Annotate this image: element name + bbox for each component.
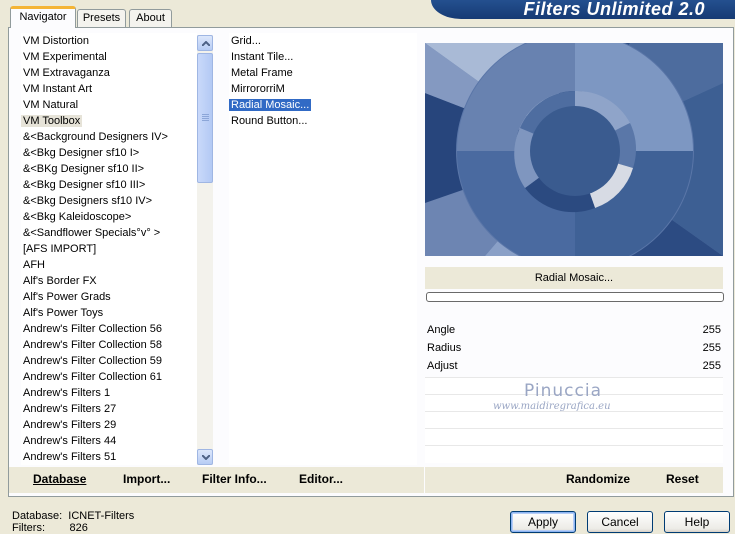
category-list[interactable]: VM Distortion VM Experimental VM Extravaga… (21, 33, 197, 465)
category-item[interactable]: Andrew's Filter Collection 59 (21, 353, 164, 369)
param-empty-row (425, 411, 723, 429)
editor-button[interactable]: Editor... (299, 472, 343, 486)
param-empty-row (425, 428, 723, 446)
status-database: Database: ICNET-Filters (12, 510, 135, 522)
filter-item[interactable]: Grid... (229, 33, 263, 49)
import-button[interactable]: Import... (123, 472, 170, 486)
category-item[interactable]: &<BKg Designer sf10 II> (21, 161, 146, 177)
category-item[interactable]: &<Bkg Kaleidoscope> (21, 209, 133, 225)
category-item[interactable]: VM Natural (21, 97, 80, 113)
randomize-button[interactable]: Randomize (566, 472, 630, 486)
watermark-url: www.maidiregrafica.eu (493, 401, 611, 412)
category-item[interactable]: &<Bkg Designers sf10 IV> (21, 193, 154, 209)
param-adjust[interactable]: Adjust 255 (425, 357, 723, 375)
param-value: 255 (702, 342, 721, 354)
tab-about[interactable]: About (129, 9, 172, 27)
category-item[interactable]: VM Extravaganza (21, 65, 112, 81)
scroll-down-button[interactable] (197, 449, 213, 465)
category-item[interactable]: Andrew's Filters 1 (21, 385, 112, 401)
filter-item[interactable]: Metal Frame (229, 65, 295, 81)
category-item[interactable]: Andrew's Filter Collection 58 (21, 337, 164, 353)
category-item[interactable]: [AFS IMPORT] (21, 241, 98, 257)
progress-bar (426, 292, 724, 302)
tab-navigator[interactable]: Navigator (10, 6, 76, 28)
current-filter-label: Radial Mosaic... (425, 267, 723, 289)
category-item[interactable]: &<Bkg Designer sf10 I> (21, 145, 141, 161)
category-item[interactable]: &<Background Designers IV> (21, 129, 170, 145)
help-button[interactable]: Help (664, 511, 730, 533)
filter-info-button[interactable]: Filter Info... (202, 472, 267, 486)
category-item[interactable]: Andrew's Filters 44 (21, 433, 118, 449)
reset-button[interactable]: Reset (666, 472, 699, 486)
banner-title: Filters Unlimited 2.0 (523, 0, 705, 19)
category-item[interactable]: VM Experimental (21, 49, 109, 65)
cancel-button[interactable]: Cancel (587, 511, 653, 533)
chevron-down-icon (202, 455, 210, 460)
filter-list[interactable]: Grid... Instant Tile... Metal Frame Mirroro… (229, 33, 417, 465)
filter-item[interactable]: Radial Mosaic... (229, 97, 312, 113)
category-scrollbar[interactable] (197, 35, 213, 465)
param-value: 255 (702, 360, 721, 372)
status-filters: Filters: 826 (12, 522, 88, 534)
param-name: Angle (427, 324, 456, 336)
category-item[interactable]: &<Bkg Designer sf10 III> (21, 177, 147, 193)
param-angle[interactable]: Angle 255 (425, 321, 723, 339)
filter-item[interactable]: Instant Tile... (229, 49, 295, 65)
tab-presets[interactable]: Presets (77, 9, 126, 27)
chevron-up-icon (202, 41, 210, 46)
apply-button[interactable]: Apply (510, 511, 576, 533)
preview-image (425, 43, 723, 256)
category-item[interactable]: Andrew's Filters 51 (21, 449, 118, 465)
param-name: Radius (427, 342, 462, 354)
category-item[interactable]: Alf's Border FX (21, 273, 99, 289)
category-item[interactable]: Alf's Power Toys (21, 305, 105, 321)
category-item[interactable]: Andrew's Filters 29 (21, 417, 118, 433)
category-item[interactable]: VM Distortion (21, 33, 91, 49)
category-item[interactable]: VM Toolbox (21, 113, 83, 129)
category-item[interactable]: Andrew's Filters 27 (21, 401, 118, 417)
filter-item[interactable]: Round Button... (229, 113, 309, 129)
param-radius[interactable]: Radius 255 (425, 339, 723, 357)
category-item[interactable]: VM Instant Art (21, 81, 94, 97)
category-item[interactable]: Andrew's Filter Collection 56 (21, 321, 164, 337)
title-banner: Filters Unlimited 2.0 (431, 0, 735, 19)
filter-item[interactable]: MirrororriM (229, 81, 287, 97)
scroll-up-button[interactable] (197, 35, 213, 51)
param-empty-row (425, 445, 723, 463)
category-item[interactable]: &<Sandflower Specials°v° > (21, 225, 162, 241)
category-item[interactable]: AFH (21, 257, 47, 273)
category-item[interactable]: Andrew's Filter Collection 61 (21, 369, 164, 385)
database-button[interactable]: Database (33, 472, 86, 486)
watermark-name: Pinuccia (524, 381, 602, 401)
param-value: 255 (702, 324, 721, 336)
param-name: Adjust (427, 360, 458, 372)
scroll-thumb[interactable] (197, 53, 213, 183)
category-item[interactable]: Alf's Power Grads (21, 289, 113, 305)
